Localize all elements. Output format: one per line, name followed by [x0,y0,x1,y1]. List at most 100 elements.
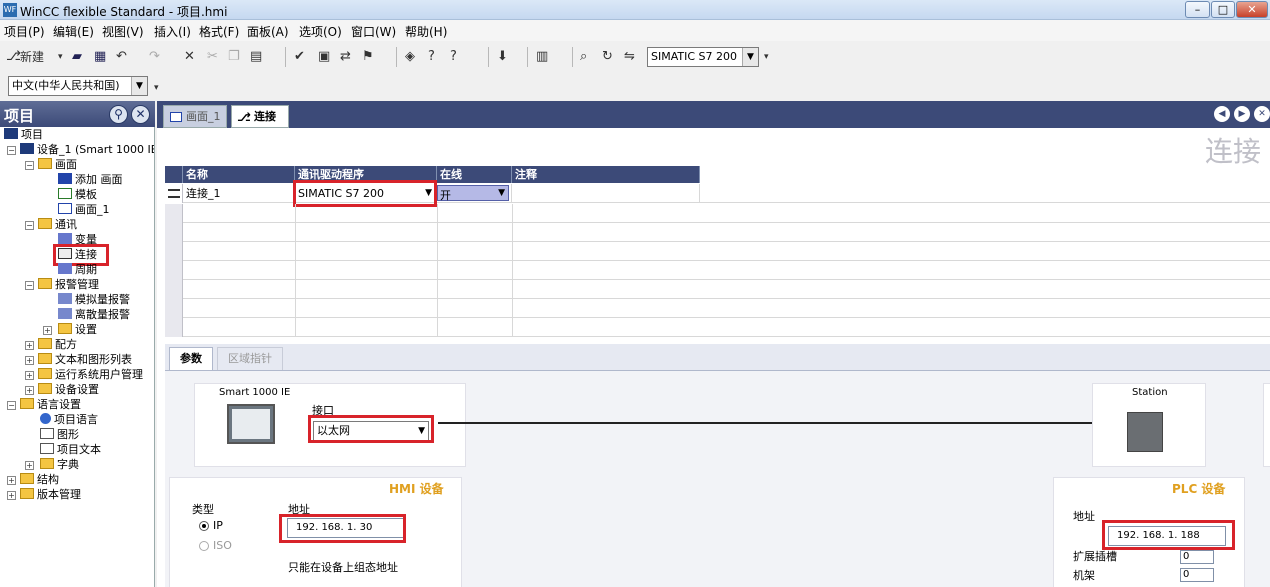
expand-icon[interactable]: + [25,461,34,470]
tab-parameters[interactable]: 参数 [169,347,213,371]
pin-icon[interactable]: ⚲ [109,105,128,124]
tree-root[interactable]: 项目 [4,127,43,142]
tree-screens[interactable]: 画面 [38,157,77,172]
tab-connections[interactable]: ⎇ 连接 [231,105,289,128]
book-icon[interactable]: ◈ [405,48,415,66]
tree-version-management[interactable]: 版本管理 [20,487,81,502]
undo-icon[interactable]: ↶ [116,48,127,66]
compare-icon[interactable]: ⇋ [624,48,635,66]
expansion-slot-field[interactable]: 0 [1180,550,1214,564]
column-header-online[interactable]: 在线 [437,166,512,183]
minimize-button[interactable]: – [1185,1,1210,18]
cell-comment[interactable] [512,184,700,203]
tree-screen-1[interactable]: 画面_1 [58,202,110,217]
type-iso-radio[interactable] [199,541,209,551]
context-help-icon[interactable]: ? [450,48,457,66]
expand-icon[interactable]: + [25,356,34,365]
tree-project-texts[interactable]: 项目文本 [40,442,101,457]
paste-icon[interactable]: ▤ [250,48,262,66]
tree-alarms[interactable]: 报警管理 [38,277,99,292]
collapse-icon[interactable]: − [7,401,16,410]
menu-project[interactable]: 项目(P) [4,23,45,40]
menu-edit[interactable]: 编辑(E) [53,23,94,40]
expand-icon[interactable]: + [7,476,16,485]
menu-options[interactable]: 选项(O) [299,23,342,40]
new-icon[interactable]: ⎇ [6,48,21,66]
cut-icon[interactable]: ✂ [207,48,218,66]
tree-device-settings[interactable]: 设备设置 [38,382,99,397]
close-tab-icon[interactable]: ✕ [1254,106,1270,122]
expand-icon[interactable]: + [25,341,34,350]
menu-insert[interactable]: 插入(I) [154,23,191,40]
cell-name[interactable]: 连接_1 [183,184,295,203]
column-header-comment[interactable]: 注释 [512,166,700,183]
tree-graphics[interactable]: 图形 [40,427,79,442]
device-combo[interactable]: SIMATIC S7 200 ▼ [647,47,759,67]
find-icon[interactable]: ⌕ [580,48,587,66]
nav-left-icon[interactable]: ◀ [1214,106,1230,122]
tree-structure[interactable]: 结构 [20,472,59,487]
open-icon[interactable]: ▰ [72,48,82,66]
compile-icon[interactable]: ▣ [318,48,330,66]
menu-window[interactable]: 窗口(W) [351,23,396,40]
tree-text-lists[interactable]: 文本和图形列表 [38,352,132,367]
delete-icon[interactable]: ✕ [184,48,195,66]
tab-area-pointers[interactable]: 区域指针 [217,347,283,371]
menu-help[interactable]: 帮助(H) [405,23,447,40]
nav-right-icon[interactable]: ▶ [1234,106,1250,122]
check-icon[interactable]: ✔ [294,48,305,66]
maximize-button[interactable]: □ [1211,1,1235,18]
collapse-icon[interactable]: − [25,161,34,170]
expand-icon[interactable]: + [25,371,34,380]
column-header-name[interactable]: 名称 [183,166,295,183]
tree-language-settings[interactable]: 语言设置 [20,397,81,412]
type-ip-radio[interactable] [199,521,209,531]
expand-icon[interactable]: + [43,326,52,335]
transfer-icon[interactable]: ⇄ [340,48,351,66]
collapse-icon[interactable]: − [25,221,34,230]
type-iso-label: ISO [213,539,232,552]
row-header[interactable] [165,184,183,203]
tab-screen-1[interactable]: 画面_1 [163,105,227,128]
tree-device[interactable]: 设备_1 (Smart 1000 IE [20,142,154,157]
new-button[interactable]: 新建 [20,48,44,66]
chevron-down-icon[interactable]: ▼ [742,48,758,66]
tree-recipes[interactable]: 配方 [38,337,77,352]
toolbar-overflow-icon[interactable]: ▾ [764,48,769,66]
tree-cycles[interactable]: 周期 [58,262,97,277]
collapse-icon[interactable]: − [7,146,16,155]
simulate-icon[interactable]: ⚑ [362,48,374,66]
tree-add-screen[interactable]: 添加 画面 [58,172,123,187]
menu-format[interactable]: 格式(F) [199,23,239,40]
tree-communication[interactable]: 通讯 [38,217,77,232]
expand-icon[interactable]: + [25,386,34,395]
download-icon[interactable]: ⬇ [497,48,508,66]
chevron-down-icon[interactable]: ▼ [131,77,147,95]
tree-project-language[interactable]: 项目语言 [40,412,98,427]
close-panel-icon[interactable]: ✕ [131,105,150,124]
tree-runtime-users[interactable]: 运行系统用户管理 [38,367,143,382]
toolbar-overflow-icon[interactable]: ▾ [154,79,159,97]
tree-alarm-settings[interactable]: 设置 [58,322,97,337]
cell-online[interactable]: 开 ▼ [437,184,512,203]
rack-field[interactable]: 0 [1180,568,1214,582]
layout-icon[interactable]: ▥ [536,48,548,66]
help-icon[interactable]: ? [428,48,435,66]
new-dropdown-icon[interactable]: ▾ [58,48,63,66]
refresh-icon[interactable]: ↻ [602,48,613,66]
language-combo[interactable]: 中文(中华人民共和国) ▼ [8,76,148,96]
collapse-icon[interactable]: − [25,281,34,290]
tree-dictionary[interactable]: 字典 [40,457,79,472]
redo-icon[interactable]: ↷ [149,48,160,66]
tree-template[interactable]: 模板 [58,187,97,202]
menu-panel[interactable]: 面板(A) [247,23,289,40]
save-icon[interactable]: ▦ [94,48,106,66]
tree-discrete-alarms[interactable]: 离散量报警 [58,307,130,322]
tree-analog-alarms[interactable]: 模拟量报警 [58,292,130,307]
copy-icon[interactable]: ❐ [228,48,240,66]
menu-view[interactable]: 视图(V) [102,23,144,40]
close-button[interactable]: ✕ [1236,1,1268,18]
expand-icon[interactable]: + [7,491,16,500]
online-select[interactable]: 开 ▼ [437,185,509,202]
chevron-down-icon[interactable]: ▼ [498,186,505,200]
